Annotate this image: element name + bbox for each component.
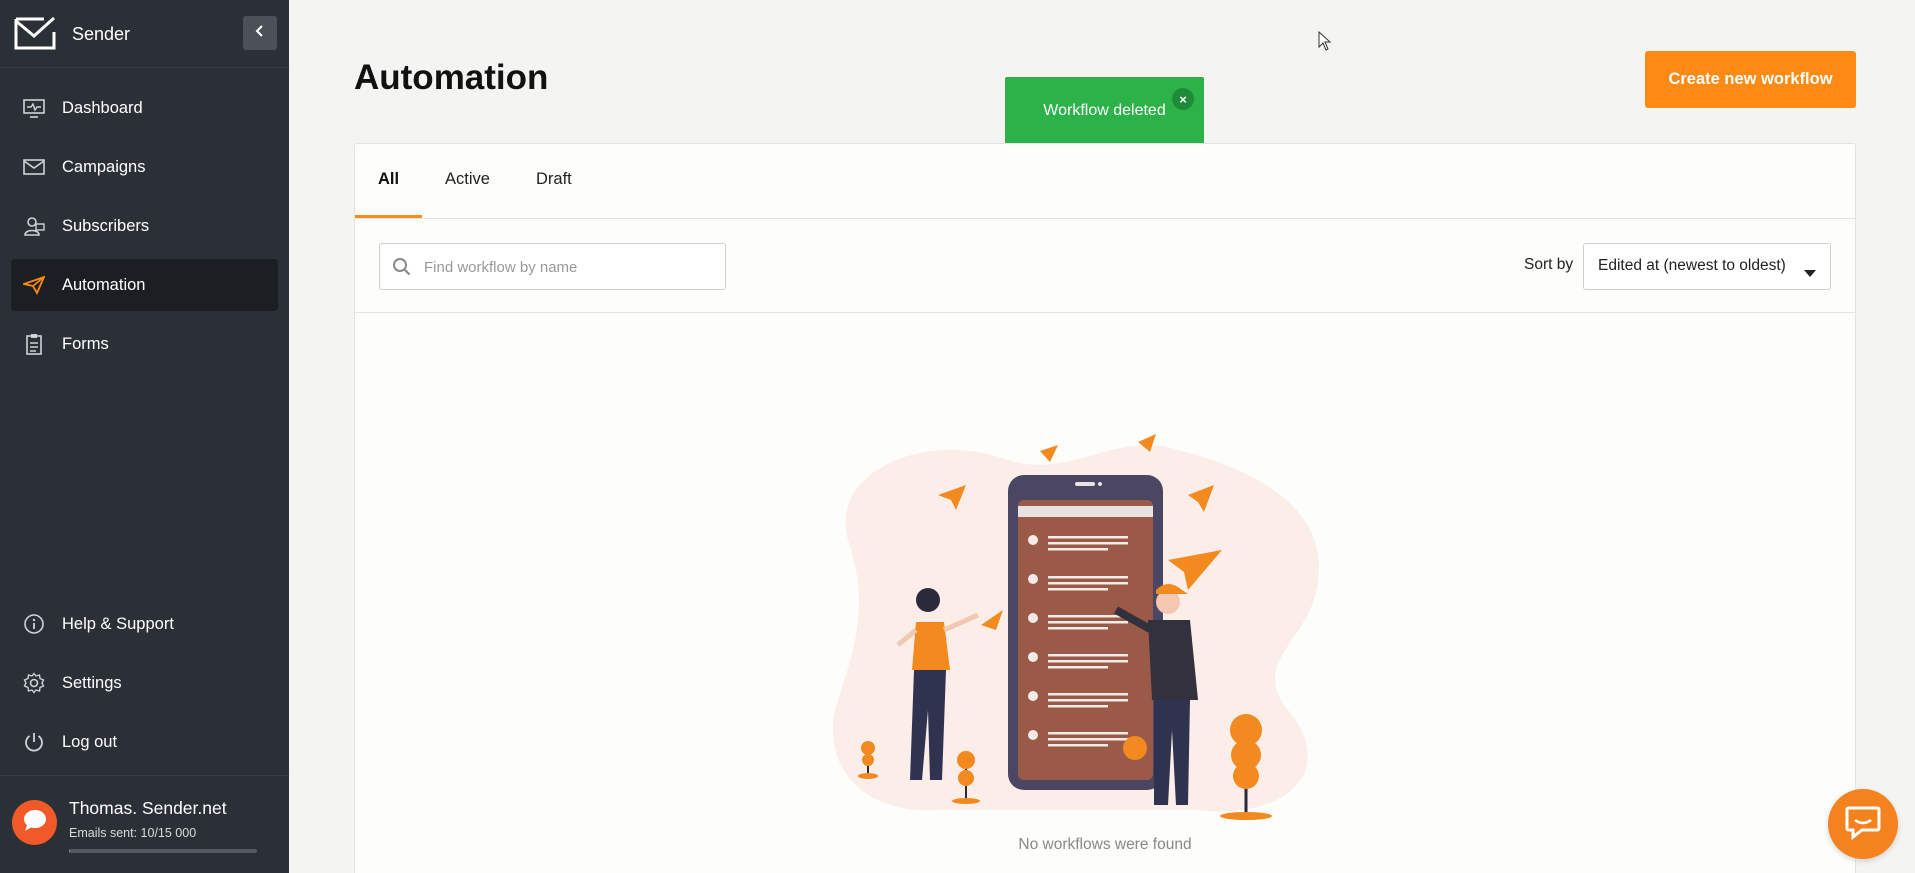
sidebar-item-label: Help & Support [62, 614, 174, 633]
chat-bubble-icon [21, 806, 49, 839]
paper-plane-icon [22, 273, 46, 297]
sidebar-bottom-nav: Help & Support Settings Log out [11, 598, 278, 775]
sidebar-item-help-support[interactable]: Help & Support [11, 598, 278, 650]
info-icon [22, 612, 46, 636]
subscribers-icon [22, 214, 46, 238]
sidebar-item-automation[interactable]: Automation [11, 259, 278, 311]
search-input[interactable] [424, 254, 714, 280]
sort-label: Sort by [1524, 256, 1574, 273]
live-chat-button[interactable] [1828, 789, 1898, 859]
sidebar-item-label: Settings [62, 673, 122, 692]
sidebar-item-campaigns[interactable]: Campaigns [11, 141, 278, 193]
user-name: Thomas. Sender.net [69, 798, 227, 818]
workflows-panel: All Active Draft Sort by Edited at (newe… [354, 143, 1856, 873]
dashboard-icon [22, 96, 46, 120]
tab-draft[interactable]: Draft [536, 170, 572, 189]
tab-all[interactable]: All [378, 170, 399, 189]
tab-bar: All Active Draft [355, 144, 1855, 219]
sidebar-item-log-out[interactable]: Log out [11, 716, 278, 768]
sidebar-nav: Dashboard Campaigns Subscribers Automati… [11, 82, 278, 377]
sidebar-item-label: Campaigns [62, 157, 146, 176]
sidebar-item-label: Automation [62, 275, 146, 294]
search-icon [392, 257, 411, 281]
sort-selected-value: Edited at (newest to oldest) [1598, 257, 1786, 274]
sidebar-item-subscribers[interactable]: Subscribers [11, 200, 278, 252]
power-icon [22, 730, 46, 754]
divider [0, 775, 289, 776]
collapse-sidebar-button[interactable] [243, 16, 277, 50]
page-title: Automation [354, 58, 549, 97]
sidebar: Sender Dashboard Campaigns Subscribers A… [0, 0, 289, 873]
gear-icon [22, 671, 46, 695]
user-account[interactable]: Thomas. Sender.net Emails sent: 10/15 00… [12, 796, 282, 866]
sidebar-item-label: Dashboard [62, 98, 143, 117]
divider [0, 67, 289, 68]
sidebar-item-settings[interactable]: Settings [11, 657, 278, 709]
logo-envelope-icon [14, 14, 58, 55]
brand-name: Sender [72, 23, 131, 44]
success-toast: Workflow deleted [1005, 77, 1204, 147]
empty-state-illustration [832, 434, 1319, 820]
forms-icon [22, 332, 46, 356]
mouse-cursor-icon [1318, 30, 1332, 56]
avatar [12, 800, 57, 845]
sidebar-item-dashboard[interactable]: Dashboard [11, 82, 278, 134]
sidebar-item-label: Forms [62, 334, 109, 353]
sort-dropdown[interactable]: Edited at (newest to oldest) [1583, 243, 1831, 290]
divider [355, 312, 1855, 313]
empty-state-message: No workflows were found [1018, 836, 1192, 853]
sidebar-item-forms[interactable]: Forms [11, 318, 278, 370]
toast-close-button[interactable]: × [1172, 88, 1194, 110]
brand[interactable]: Sender [14, 14, 130, 54]
usage-progress-bar [69, 849, 257, 853]
sidebar-item-label: Subscribers [62, 216, 150, 235]
create-workflow-button[interactable]: Create new workflow [1645, 51, 1856, 108]
emails-sent-count: Emails sent: 10/15 000 [69, 826, 197, 840]
caret-down-icon [1804, 264, 1816, 282]
tab-active[interactable]: Active [445, 170, 490, 189]
chevron-left-icon [253, 24, 267, 43]
sidebar-item-label: Log out [62, 732, 118, 751]
chat-icon [1844, 804, 1882, 845]
envelope-icon [22, 155, 46, 179]
search-box [379, 243, 726, 290]
active-tab-indicator [355, 215, 422, 218]
